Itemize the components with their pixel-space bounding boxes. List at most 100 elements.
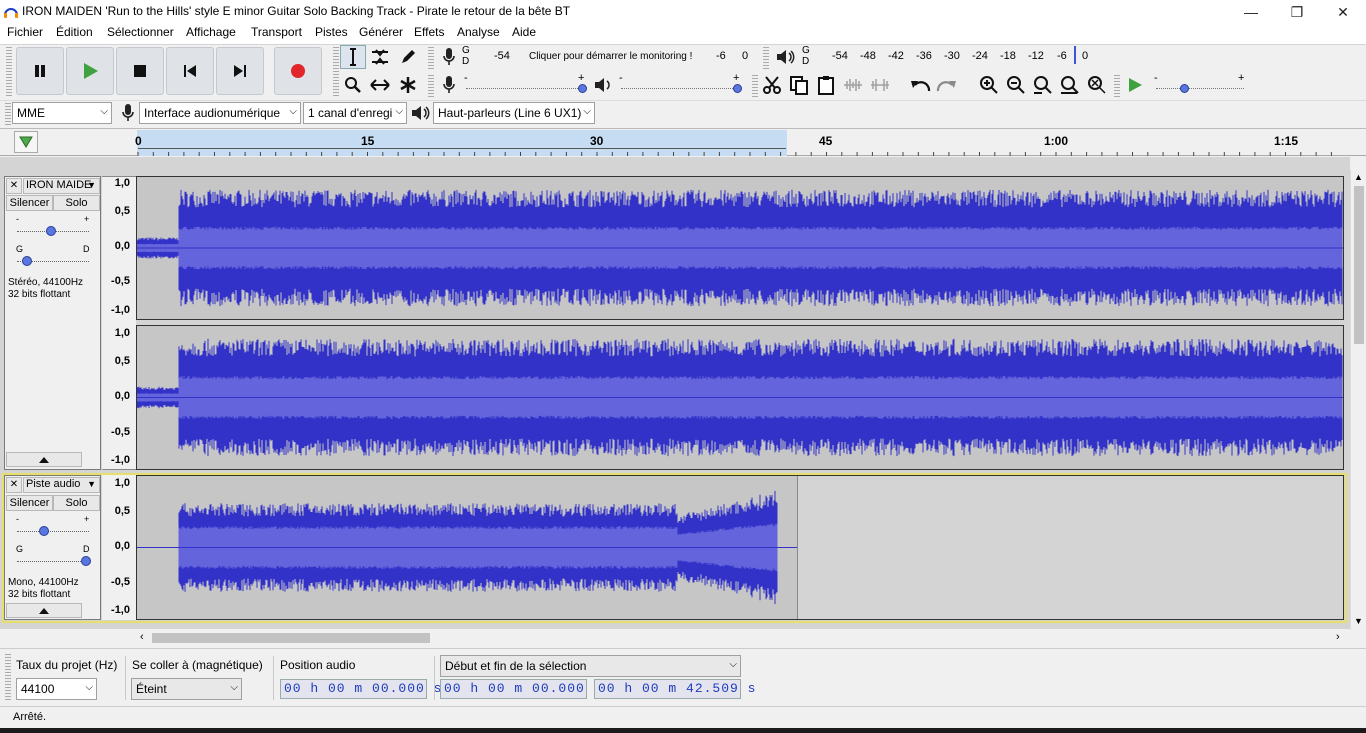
play-at-speed-grip[interactable] bbox=[1114, 75, 1120, 97]
mute-button-2[interactable]: Silencer bbox=[6, 495, 53, 511]
tools-toolbar-grip[interactable] bbox=[333, 47, 339, 97]
waveform-mono-channel[interactable] bbox=[136, 475, 1344, 620]
output-device-select[interactable]: Haut-parleurs (Line 6 UX1) ⌵ bbox=[433, 102, 595, 124]
transport-toolbar-grip[interactable] bbox=[6, 47, 12, 97]
play-button[interactable] bbox=[66, 47, 114, 95]
input-device-select[interactable]: Interface audionumérique ⌵ bbox=[139, 102, 301, 124]
minimize-button[interactable]: — bbox=[1228, 0, 1274, 24]
pan-track-2 bbox=[17, 561, 89, 562]
menu-edition[interactable]: Édition bbox=[52, 25, 97, 39]
edit-toolbar-grip[interactable] bbox=[752, 75, 758, 97]
zoom-toggle-button[interactable] bbox=[1084, 73, 1110, 97]
microphone-icon bbox=[443, 48, 455, 65]
skip-to-end-button[interactable] bbox=[216, 47, 264, 95]
multi-tool-button[interactable] bbox=[395, 73, 421, 97]
cut-button[interactable] bbox=[759, 73, 785, 97]
record-meter[interactable]: -54 Cliquer pour démarrer le monitoring … bbox=[474, 46, 754, 68]
vertical-scrollbar[interactable]: ▲ ▼ bbox=[1350, 170, 1366, 630]
track-close-button-2[interactable]: ✕ bbox=[6, 477, 22, 493]
copy-button[interactable] bbox=[786, 73, 812, 97]
scroll-right-icon[interactable]: › bbox=[1336, 631, 1340, 643]
track-name-menu-2[interactable]: Piste audio ▼ bbox=[23, 477, 100, 493]
record-meter-grip[interactable] bbox=[428, 47, 434, 69]
envelope-tool-button[interactable] bbox=[367, 45, 393, 69]
play-meter-grip[interactable] bbox=[763, 47, 769, 69]
silence-button[interactable] bbox=[867, 73, 893, 97]
audio-host-select[interactable]: MME ⌵ bbox=[12, 102, 112, 124]
record-volume-thumb[interactable] bbox=[578, 84, 587, 93]
menu-aide[interactable]: Aide bbox=[508, 25, 540, 39]
fit-project-button[interactable] bbox=[1057, 73, 1083, 97]
redo-button[interactable] bbox=[934, 73, 960, 97]
waveform-left-channel[interactable] bbox=[136, 176, 1363, 320]
close-window-button[interactable]: ✕ bbox=[1320, 0, 1366, 24]
selection-start-field[interactable]: 00 h 00 m 00.000 s bbox=[440, 679, 601, 699]
selection-toolbar-grip[interactable] bbox=[5, 654, 11, 700]
solo-button-1[interactable]: Solo bbox=[53, 195, 100, 211]
scroll-up-icon[interactable]: ▲ bbox=[1354, 172, 1363, 182]
record-meter-hint[interactable]: Cliquer pour démarrer le monitoring ! bbox=[529, 51, 692, 62]
gain-slider-2[interactable] bbox=[39, 526, 49, 536]
channels-select[interactable]: 1 canal d'enregi ⌵ bbox=[303, 102, 407, 124]
selection-tool-button[interactable] bbox=[340, 45, 366, 69]
scroll-down-icon[interactable]: ▼ bbox=[1354, 616, 1363, 626]
record-volume-slider[interactable]: - + bbox=[462, 72, 588, 96]
waveform-right-channel[interactable] bbox=[136, 325, 1363, 470]
menu-pistes[interactable]: Pistes bbox=[311, 25, 352, 39]
pan-slider-2[interactable] bbox=[81, 556, 91, 566]
horizontal-scrollbar[interactable]: ‹ › bbox=[136, 630, 1350, 646]
play-meter-scale-54: -54 bbox=[832, 50, 848, 62]
pause-button[interactable] bbox=[16, 47, 64, 95]
collapse-track-button-1[interactable] bbox=[6, 452, 82, 467]
horizontal-scroll-thumb[interactable] bbox=[152, 633, 430, 643]
scroll-left-icon[interactable]: ‹ bbox=[140, 631, 144, 643]
zoom-tool-button[interactable] bbox=[340, 73, 366, 97]
record-meter-button[interactable] bbox=[436, 45, 462, 69]
snap-to-select[interactable]: Éteint ⌵ bbox=[131, 678, 242, 700]
mixer-toolbar-grip[interactable] bbox=[428, 75, 434, 97]
menu-effets[interactable]: Effets bbox=[410, 25, 448, 39]
undo-button[interactable] bbox=[907, 73, 933, 97]
stop-button[interactable] bbox=[116, 47, 164, 95]
snap-to-label: Se coller à (magnétique) bbox=[132, 658, 263, 672]
zoom-toggle-icon bbox=[1088, 76, 1106, 94]
project-rate-select[interactable]: 44100 ⌵ bbox=[16, 678, 97, 700]
vertical-scroll-thumb[interactable] bbox=[1354, 186, 1364, 344]
gain-slider-1[interactable] bbox=[46, 226, 56, 236]
device-toolbar-grip[interactable] bbox=[5, 103, 11, 125]
restore-button[interactable]: ❐ bbox=[1274, 0, 1320, 24]
pan-slider-1[interactable] bbox=[22, 256, 32, 266]
play-meter-button[interactable] bbox=[772, 45, 798, 69]
play-meter-scale-12: -12 bbox=[1028, 50, 1044, 62]
track-close-button-1[interactable]: ✕ bbox=[6, 178, 22, 194]
record-button[interactable] bbox=[274, 47, 322, 95]
menu-affichage[interactable]: Affichage bbox=[182, 25, 240, 39]
play-volume-thumb[interactable] bbox=[733, 84, 742, 93]
zoom-out-button[interactable] bbox=[1003, 73, 1029, 97]
skip-to-start-button[interactable] bbox=[166, 47, 214, 95]
menu-transport[interactable]: Transport bbox=[247, 25, 306, 39]
menu-fichier[interactable]: Fichier bbox=[3, 25, 47, 39]
zoom-in-button[interactable] bbox=[976, 73, 1002, 97]
menu-analyse[interactable]: Analyse bbox=[453, 25, 504, 39]
scale-0-2: 0,0 bbox=[114, 540, 130, 552]
audio-position-field[interactable]: 00 h 00 m 00.000 s bbox=[280, 679, 441, 699]
play-speed-thumb[interactable] bbox=[1180, 84, 1189, 93]
track-name-menu-1[interactable]: IRON MAIDE ▼ bbox=[23, 178, 100, 194]
solo-button-2[interactable]: Solo bbox=[53, 495, 100, 511]
menu-selectionner[interactable]: Sélectionner bbox=[103, 25, 178, 39]
play-speed-slider[interactable]: - + bbox=[1152, 72, 1248, 96]
play-meter[interactable]: -54 -48 -42 -36 -30 -24 -18 -12 -6 0 bbox=[812, 46, 1094, 68]
draw-tool-button[interactable] bbox=[395, 45, 421, 69]
selection-mode-select[interactable]: Début et fin de la sélection ⌵ bbox=[440, 655, 741, 677]
menu-generer[interactable]: Générer bbox=[355, 25, 407, 39]
play-volume-slider[interactable]: - + bbox=[617, 72, 743, 96]
play-at-speed-button[interactable] bbox=[1122, 73, 1148, 97]
collapse-track-button-2[interactable] bbox=[6, 603, 82, 618]
fit-selection-button[interactable] bbox=[1030, 73, 1056, 97]
mute-button-1[interactable]: Silencer bbox=[6, 195, 53, 211]
paste-button[interactable] bbox=[813, 73, 839, 97]
selection-end-field[interactable]: 00 h 00 m 42.509 s bbox=[594, 679, 755, 699]
time-shift-tool-button[interactable] bbox=[367, 73, 393, 97]
trim-button[interactable] bbox=[840, 73, 866, 97]
